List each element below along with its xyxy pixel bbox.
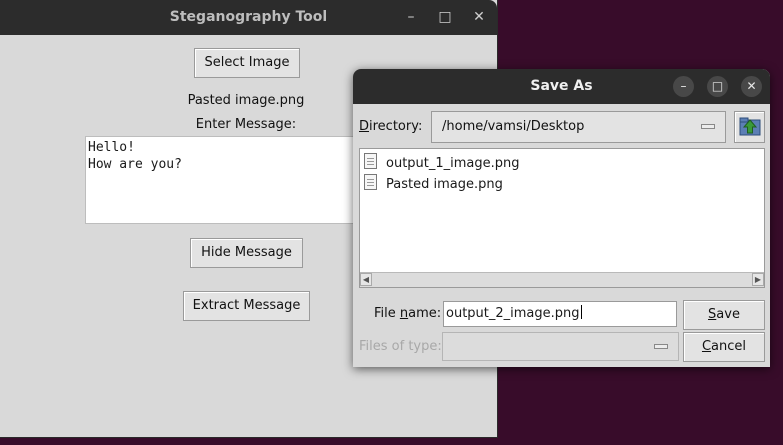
hide-message-button[interactable]: Hide Message xyxy=(190,238,303,268)
file-name-value: output_2_image.png xyxy=(446,306,580,321)
file-icon xyxy=(364,174,377,190)
list-item[interactable]: output_1_image.png xyxy=(364,153,520,173)
scroll-right-icon[interactable]: ▶ xyxy=(752,273,764,286)
selected-filename-label: Pasted image.png xyxy=(187,93,305,108)
combobox-indicator-icon xyxy=(654,343,668,349)
cancel-button-mnemonic: C xyxy=(701,339,712,354)
close-icon[interactable]: ✕ xyxy=(468,6,490,28)
minimize-icon[interactable]: – xyxy=(400,6,422,28)
files-of-type-label: Files of type: xyxy=(359,339,442,354)
cancel-button[interactable]: Cancel xyxy=(683,332,765,362)
dialog-titlebar[interactable]: Save As – □ ✕ xyxy=(353,69,770,104)
parent-folder-button[interactable] xyxy=(734,111,765,143)
file-icon xyxy=(364,153,377,169)
save-button-label: ave xyxy=(716,307,740,322)
text-caret xyxy=(580,305,582,319)
scroll-left-icon[interactable]: ◀ xyxy=(360,273,372,286)
list-item[interactable]: Pasted image.png xyxy=(364,174,503,194)
file-name-label: File name: xyxy=(374,306,441,321)
file-name-label-mnemonic: n xyxy=(399,306,409,321)
directory-combobox[interactable]: /home/vamsi/Desktop xyxy=(431,111,726,143)
message-textarea[interactable]: Hello! How are you? xyxy=(85,136,360,224)
file-name-text: output_1_image.png xyxy=(386,156,520,171)
maximize-icon[interactable]: □ xyxy=(434,6,456,28)
file-name-text: Pasted image.png xyxy=(386,177,503,192)
directory-label-text: irectory: xyxy=(369,119,423,134)
horizontal-scrollbar[interactable]: ◀ ▶ xyxy=(360,272,764,287)
save-button[interactable]: Save xyxy=(683,300,765,330)
directory-value: /home/vamsi/Desktop xyxy=(442,119,585,134)
combobox-indicator-icon xyxy=(701,124,715,129)
file-list[interactable]: output_1_image.png Pasted image.png ◀ ▶ xyxy=(359,148,765,288)
files-of-type-combobox[interactable] xyxy=(442,332,679,361)
cancel-button-label: ancel xyxy=(711,339,747,354)
save-as-dialog: Save As – □ ✕ Directory: /home/vamsi/Des… xyxy=(353,69,770,367)
select-image-button[interactable]: Select Image xyxy=(194,48,300,78)
file-name-label-pre: File xyxy=(374,306,400,321)
enter-message-label: Enter Message: xyxy=(195,117,297,132)
directory-label: Directory: xyxy=(359,119,422,134)
directory-label-mnemonic: D xyxy=(359,119,370,134)
folder-up-icon xyxy=(739,117,760,136)
close-icon[interactable]: ✕ xyxy=(741,76,762,97)
minimize-icon[interactable]: – xyxy=(673,76,694,97)
file-name-input[interactable]: output_2_image.png xyxy=(443,301,677,327)
file-name-label-post: ame: xyxy=(408,306,442,321)
maximize-icon[interactable]: □ xyxy=(707,76,728,97)
main-titlebar[interactable]: Steganography Tool – □ ✕ xyxy=(0,0,497,35)
window-title: Steganography Tool xyxy=(169,9,328,25)
extract-message-button[interactable]: Extract Message xyxy=(183,291,310,321)
